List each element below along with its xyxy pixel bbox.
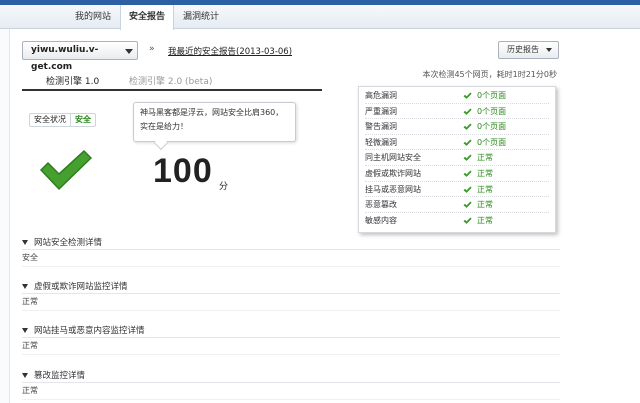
top-nav: 我的网站 安全报告 漏洞统计 — [0, 5, 640, 30]
section-toggle[interactable]: 篡改监控详情 — [22, 369, 85, 381]
scan-results-panel: 高危漏洞 0个页面 严重漏洞 0个页面 警告漏洞 0个页面 轻微漏洞 0个页面 同主机网站安全正… — [358, 86, 556, 233]
triangle-down-icon — [22, 284, 28, 289]
check-icon — [463, 201, 472, 209]
result-name: 高危漏洞 — [365, 91, 397, 100]
big-checkmark-icon — [40, 150, 92, 190]
breadcrumb-separator: » — [149, 44, 155, 54]
nav-my-sites[interactable]: 我的网站 — [75, 5, 111, 29]
result-name: 敏感内容 — [365, 215, 397, 225]
tab-engine-2-beta[interactable]: 检测引擎 2.0 (beta) — [129, 74, 212, 87]
result-value: 0个页面 — [477, 122, 507, 132]
check-icon — [463, 170, 472, 177]
result-row: 高危漏洞 0个页面 — [365, 88, 549, 104]
divider — [22, 354, 560, 355]
result-value: 正常 — [477, 168, 493, 178]
security-score: 100 — [153, 152, 213, 190]
nav-security-report[interactable]: 安全报告 — [120, 5, 175, 30]
history-report-label: 历史报告 — [507, 45, 539, 54]
triangle-down-icon — [22, 373, 28, 378]
scan-summary: 本次检测45个网页，耗时1时21分0秒 — [422, 70, 557, 79]
result-name: 虚假或欺诈网站 — [365, 168, 421, 178]
check-icon — [463, 139, 472, 146]
result-row: 恶意篡改 正常 — [365, 197, 549, 213]
check-icon — [463, 92, 472, 99]
result-name: 严重漏洞 — [365, 106, 397, 116]
result-name: 轻微漏洞 — [365, 137, 397, 147]
section-body: 正常 — [22, 386, 38, 395]
divider — [22, 310, 560, 311]
result-row: 敏感内容 正常 — [365, 213, 549, 229]
section-title: 篡改监控详情 — [34, 371, 86, 381]
section-title: 网站安全检测详情 — [34, 238, 103, 248]
bubble-line-1: 神马黑客都是浮云，网站安全比肩360， — [140, 108, 284, 117]
history-report-button[interactable]: 历史报告 — [498, 41, 559, 59]
status-label: 安全状况 — [30, 114, 71, 126]
domain-select-value: yiwu.wuliu.v-get.com — [31, 45, 99, 72]
status-value: 安全 — [75, 115, 91, 124]
section-toggle[interactable]: 虚假或欺诈网站监控详情 — [22, 280, 128, 292]
divider — [22, 337, 560, 338]
status-badge: 安全状况 安全 — [29, 113, 96, 127]
divider — [22, 266, 560, 267]
domain-select[interactable]: yiwu.wuliu.v-get.com — [22, 41, 138, 72]
result-value: 正常 — [477, 184, 493, 194]
result-row: 严重漏洞 0个页面 — [365, 104, 549, 120]
check-icon — [463, 108, 472, 115]
latest-report-link[interactable]: 我最近的安全报告(2013-03-06) — [168, 45, 292, 57]
check-icon — [463, 123, 472, 131]
score-unit: 分 — [219, 182, 229, 192]
bubble-line-2: 实在是给力！ — [140, 122, 188, 131]
result-row: 警告漏洞 0个页面 — [365, 119, 549, 135]
check-icon — [463, 154, 472, 162]
result-value: 正常 — [477, 200, 493, 210]
divider — [22, 382, 560, 383]
tab-engine-1[interactable]: 检测引擎 1.0 — [46, 74, 99, 87]
speech-bubble: 神马黑客都是浮云，网站安全比肩360， 实在是给力！ — [133, 102, 296, 151]
result-value: 0个页面 — [477, 106, 507, 116]
chevron-down-icon — [125, 49, 133, 54]
section-toggle[interactable]: 网站安全检测详情 — [22, 236, 102, 248]
section-body: 正常 — [22, 341, 38, 350]
check-icon — [463, 217, 472, 224]
chevron-down-icon — [546, 48, 552, 52]
bubble-tail — [153, 135, 169, 151]
section-title: 网站挂马或恶意内容监控详情 — [34, 326, 145, 336]
result-row: 挂马或恶意网站 正常 — [365, 182, 549, 198]
result-row: 同主机网站安全 正常 — [365, 150, 549, 166]
result-name: 同主机网站安全 — [365, 153, 421, 163]
result-value: 正常 — [477, 215, 493, 225]
result-value: 0个页面 — [477, 91, 507, 100]
section-body: 安全 — [22, 253, 38, 262]
result-name: 警告漏洞 — [365, 122, 397, 132]
check-icon — [463, 186, 472, 193]
section-body: 正常 — [22, 297, 38, 306]
result-name: 恶意篡改 — [365, 200, 397, 210]
result-row: 虚假或欺诈网站 正常 — [365, 166, 549, 182]
section-toggle[interactable]: 网站挂马或恶意内容监控详情 — [22, 324, 145, 336]
result-row: 轻微漏洞 0个页面 — [365, 135, 549, 151]
divider — [22, 399, 560, 400]
triangle-down-icon — [22, 240, 28, 245]
result-name: 挂马或恶意网站 — [365, 184, 421, 194]
triangle-down-icon — [22, 328, 28, 333]
result-value: 0个页面 — [477, 137, 507, 147]
engine-tabs: 检测引擎 1.0 检测引擎 2.0 (beta) — [22, 70, 322, 91]
section-title: 虚假或欺诈网站监控详情 — [34, 282, 128, 292]
result-value: 正常 — [477, 153, 493, 163]
nav-vulnerability-stats[interactable]: 漏洞统计 — [183, 5, 219, 29]
divider — [22, 249, 560, 250]
left-rail — [0, 29, 10, 403]
divider — [22, 293, 560, 294]
